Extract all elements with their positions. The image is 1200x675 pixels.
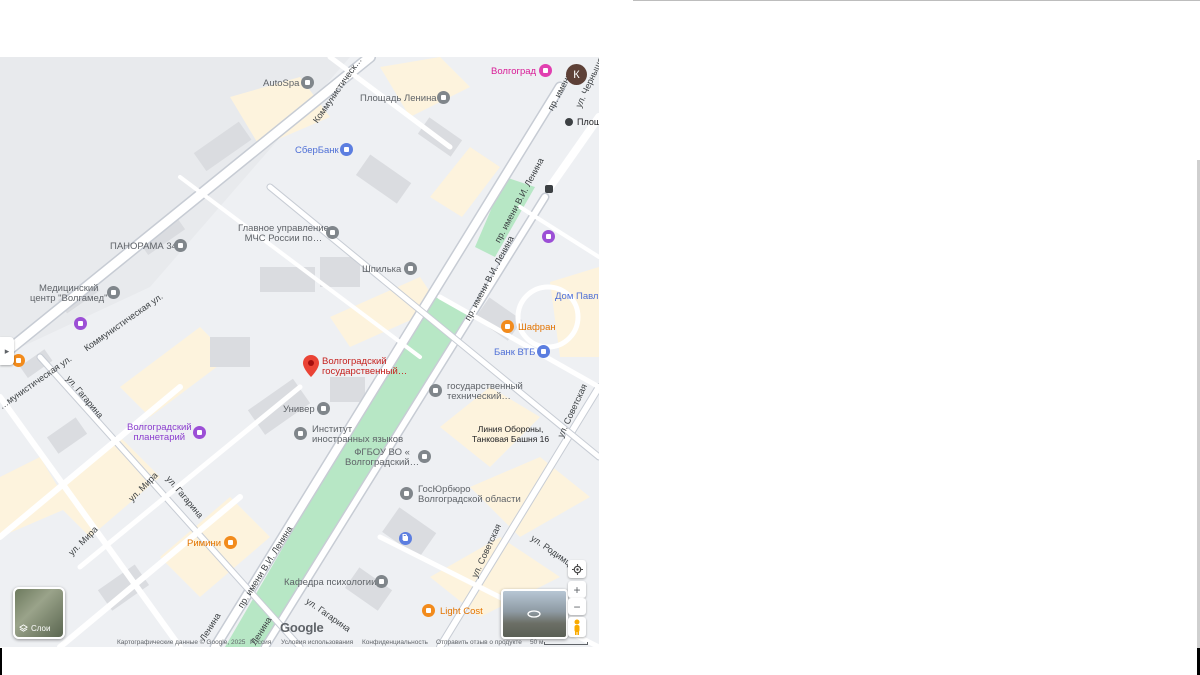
poi-light-cost[interactable]: Light Cost: [440, 607, 483, 617]
shop-icon[interactable]: [422, 604, 435, 617]
crosshair-icon: [571, 563, 583, 575]
poi-tech-uni[interactable]: государственный технический…: [447, 382, 523, 402]
layers-label: Слои: [31, 624, 51, 633]
school-icon[interactable]: [294, 427, 307, 440]
poi-mchs[interactable]: Главное управление МЧС России по…: [238, 224, 329, 244]
poi-rimini[interactable]: Римини: [187, 539, 221, 549]
copyright-text: Картографические данные © Google, 2025: [117, 639, 246, 646]
scale-bar: [544, 642, 588, 645]
layers-button[interactable]: Слои: [13, 587, 65, 639]
transit-icon[interactable]: [545, 185, 553, 193]
poi-univer[interactable]: Универ: [283, 405, 315, 415]
feedback-link[interactable]: Отправить отзыв о продукте: [436, 639, 522, 646]
poi-shpilka[interactable]: Шпилька: [362, 265, 401, 275]
city-chip-icon[interactable]: [539, 64, 552, 77]
city-chip-label[interactable]: Волгоград: [491, 67, 536, 77]
poi-volgamed[interactable]: Медицинский центр "Волгамед": [30, 284, 108, 304]
restaurant-icon[interactable]: [224, 536, 237, 549]
shop-icon[interactable]: [301, 76, 314, 89]
school-icon[interactable]: [375, 575, 388, 588]
medical-icon[interactable]: [107, 286, 120, 299]
bank-icon[interactable]: [537, 345, 550, 358]
map-canvas[interactable]: AutoSpa Площадь Ленина СберБанк ПАНОРАМА…: [0, 57, 599, 647]
school-icon[interactable]: [317, 402, 330, 415]
poi-panorama[interactable]: ПАНОРАМА 34: [110, 242, 177, 252]
poi-vtb[interactable]: Банк ВТБ: [494, 348, 535, 358]
restaurant-icon[interactable]: [501, 320, 514, 333]
privacy-link[interactable]: Конфиденциальность: [362, 639, 428, 646]
attraction-icon[interactable]: [74, 317, 87, 330]
user-avatar[interactable]: К: [566, 64, 587, 85]
parking-label: P: [402, 533, 408, 542]
poi-shafran[interactable]: Шафран: [518, 323, 556, 333]
zoom-in-button[interactable]: +: [568, 581, 586, 598]
my-location-button[interactable]: [568, 560, 586, 578]
selected-place-pin-icon[interactable]: [303, 355, 319, 377]
poi-ploshch-metro[interactable]: Площ: [577, 117, 599, 127]
collapse-panel-button[interactable]: ▸: [0, 337, 14, 365]
terms-link[interactable]: Условия использования: [281, 639, 353, 646]
poi-fgbou[interactable]: ФГБОУ ВО «Волгоградский…: [345, 448, 419, 468]
poi-defense-line[interactable]: Линия Обороны, Танковая Башня 16: [472, 424, 549, 444]
left-edge: [0, 648, 2, 675]
shop-icon[interactable]: [404, 262, 417, 275]
school-icon[interactable]: [418, 450, 431, 463]
school-icon[interactable]: [429, 384, 442, 397]
government-icon[interactable]: [400, 487, 413, 500]
rotate-360-icon: [527, 610, 541, 618]
government-icon[interactable]: [326, 226, 339, 239]
landmark-icon[interactable]: [437, 91, 450, 104]
selected-place-label[interactable]: Волгоградский государственный…: [322, 357, 407, 377]
poi-sberbank[interactable]: СберБанк: [295, 146, 339, 156]
google-logo: Google: [280, 620, 324, 635]
poi-psych-dept[interactable]: Кафедра психологии: [284, 578, 376, 588]
poi-planetarium[interactable]: Волгоградский планетарий: [127, 423, 192, 443]
map-footer: Картографические данные © Google, 2025 Р…: [0, 639, 599, 647]
layers-icon: [19, 624, 28, 632]
bank-icon[interactable]: [340, 143, 353, 156]
pegman-icon: [574, 619, 580, 635]
landmark-icon[interactable]: [174, 239, 187, 252]
pegman-button[interactable]: [568, 617, 586, 637]
scale-label[interactable]: 50 м: [530, 639, 544, 646]
poi-foreign-lang[interactable]: Институт иностранных языков: [312, 425, 403, 445]
poi-dom-pavlova[interactable]: Дом Павло: [555, 292, 599, 302]
planetarium-icon[interactable]: [193, 426, 206, 439]
top-divider: [633, 0, 1200, 1]
poi-autospa[interactable]: AutoSpa: [263, 79, 299, 89]
street-view-thumbnail[interactable]: [501, 589, 568, 639]
metro-icon[interactable]: [565, 118, 573, 126]
country-link[interactable]: Россия: [250, 639, 271, 646]
poi-gosyurburo[interactable]: ГосЮрбюро Волгоградской области: [418, 485, 521, 505]
zoom-out-button[interactable]: −: [568, 598, 586, 615]
poi-ploshchad-lenina[interactable]: Площадь Ленина: [360, 94, 437, 104]
museum-icon[interactable]: [542, 230, 555, 243]
